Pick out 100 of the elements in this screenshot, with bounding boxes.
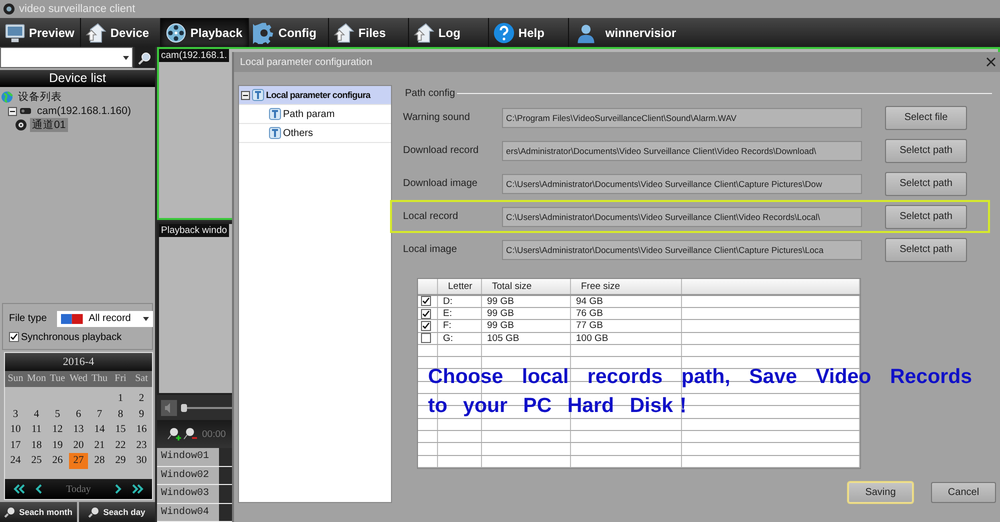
search-button[interactable]: Seach month bbox=[0, 502, 76, 522]
calendar-day[interactable]: 1 bbox=[110, 391, 131, 406]
select-button[interactable]: Seletct path bbox=[885, 238, 967, 262]
search-button[interactable]: Seach day bbox=[78, 502, 155, 522]
collapse-icon[interactable] bbox=[8, 106, 17, 116]
collapse-icon[interactable] bbox=[241, 90, 250, 100]
window-label: Window04 bbox=[157, 504, 219, 521]
calendar-day[interactable]: 26 bbox=[47, 453, 68, 468]
search-icon bbox=[88, 506, 100, 518]
calendar-day[interactable]: 17 bbox=[5, 438, 26, 453]
tree-item[interactable]: 设备列表 bbox=[16, 90, 64, 104]
calendar-day[interactable]: 10 bbox=[5, 422, 26, 438]
checkbox[interactable] bbox=[9, 332, 19, 342]
checkbox[interactable] bbox=[421, 333, 431, 344]
table-cell: E: bbox=[438, 308, 482, 320]
calendar-day[interactable]: 2 bbox=[131, 391, 152, 406]
select-button[interactable]: Seletct path bbox=[885, 204, 967, 228]
annotation-text: Choose local records path, Save Video Records to your PC Hard Disk！ bbox=[428, 364, 972, 419]
calendar-day[interactable]: 21 bbox=[89, 438, 110, 453]
calendar-day[interactable]: 9 bbox=[131, 406, 152, 422]
search-icon bbox=[138, 50, 152, 64]
calendar-day[interactable]: 7 bbox=[89, 406, 110, 422]
speaker-icon[interactable] bbox=[161, 400, 177, 416]
toolbar-tab[interactable]: Playback bbox=[161, 18, 250, 47]
tree-item[interactable]: 通道01 bbox=[30, 118, 68, 132]
calendar-day[interactable]: 13 bbox=[68, 422, 89, 438]
calendar-day[interactable]: 14 bbox=[89, 422, 110, 438]
table-cell: 94 GB bbox=[571, 296, 682, 307]
calendar-day[interactable]: 15 bbox=[110, 422, 131, 438]
color-swatch-icon bbox=[60, 314, 83, 324]
panel-title: Playback windo bbox=[159, 224, 230, 237]
column-header[interactable]: Free size bbox=[571, 279, 682, 294]
calendar-day[interactable]: 16 bbox=[131, 422, 152, 438]
table-cell: 99 GB bbox=[482, 308, 571, 320]
calendar-day[interactable]: 30 bbox=[131, 453, 152, 468]
table-cell: 99 GB bbox=[482, 320, 571, 332]
table-cell: D: bbox=[438, 296, 482, 307]
document-arrow-icon bbox=[413, 22, 436, 44]
calendar-day[interactable]: 24 bbox=[5, 453, 26, 468]
checkbox[interactable] bbox=[421, 308, 431, 319]
camera-icon bbox=[20, 105, 32, 117]
file-type-dropdown[interactable]: All record bbox=[56, 310, 153, 326]
field-label: File type bbox=[9, 313, 47, 324]
zoom-out-icon[interactable] bbox=[183, 427, 197, 441]
calendar-day[interactable]: 29 bbox=[110, 453, 131, 468]
column-header[interactable]: Letter bbox=[438, 279, 482, 294]
nav-item[interactable]: Path param bbox=[239, 105, 391, 124]
select-button[interactable]: Seletct path bbox=[885, 138, 967, 162]
calendar-day[interactable]: 19 bbox=[47, 438, 68, 453]
zoom-in-icon[interactable] bbox=[167, 427, 181, 441]
calendar-day[interactable]: 12 bbox=[47, 422, 68, 438]
calendar-day[interactable]: 20 bbox=[68, 438, 89, 453]
dialog-title: Local parameter configuration bbox=[240, 56, 372, 68]
dialog-button[interactable]: Cancel bbox=[931, 482, 996, 503]
calendar-day[interactable]: 23 bbox=[131, 438, 152, 453]
nav-item[interactable]: Others bbox=[239, 124, 391, 143]
calendar-day[interactable]: 8 bbox=[110, 406, 131, 422]
path-field[interactable]: C:\Users\Administrator\Documents\Video Surveillance Client\Video Records\Local\ bbox=[502, 206, 862, 226]
previous-year-icon[interactable] bbox=[13, 484, 25, 494]
weekday-label: Tue bbox=[48, 372, 66, 386]
table-cell: 100 GB bbox=[571, 332, 682, 344]
table-cell: 77 GB bbox=[571, 320, 682, 332]
dialog-button[interactable]: Saving bbox=[848, 482, 913, 503]
calendar-day[interactable]: 27 bbox=[69, 453, 88, 468]
calendar-day[interactable]: 11 bbox=[26, 422, 47, 438]
next-year-icon[interactable] bbox=[132, 484, 144, 494]
checkbox[interactable] bbox=[421, 320, 431, 331]
search-field[interactable] bbox=[0, 47, 133, 68]
close-button[interactable] bbox=[986, 57, 996, 67]
help-icon bbox=[493, 22, 516, 44]
calendar-day[interactable]: 25 bbox=[26, 453, 47, 468]
calendar-day[interactable]: 4 bbox=[26, 406, 47, 422]
calendar-day[interactable]: 18 bbox=[26, 438, 47, 453]
field-label: Local record bbox=[403, 211, 460, 222]
nav-item[interactable]: Local parameter configura bbox=[239, 86, 391, 105]
path-field[interactable]: ers\Administrator\Documents\Video Surveillance Client\Video Records\Download\ bbox=[502, 140, 862, 160]
column-header[interactable]: Total size bbox=[482, 279, 571, 294]
path-field[interactable]: C:\Users\Administrator\Documents\Video Surveillance Client\Capture Pictures\Loca bbox=[502, 240, 862, 260]
tree-item[interactable]: cam(192.168.1.160) bbox=[35, 105, 133, 117]
select-button[interactable]: Select file bbox=[885, 106, 967, 130]
caret-icon[interactable] bbox=[123, 56, 129, 60]
path-field[interactable]: C:\Program Files\VideoSurveillanceClient\Sound\Alarm.WAV bbox=[502, 108, 862, 128]
table-cell: G: bbox=[438, 332, 482, 344]
group-title: Path config bbox=[405, 88, 456, 98]
calendar-day[interactable]: 6 bbox=[68, 406, 89, 422]
calendar-day[interactable]: 5 bbox=[47, 406, 68, 422]
user-name: winnervisior bbox=[605, 26, 676, 40]
window-title: video surveillance client bbox=[19, 3, 136, 15]
slider-thumb[interactable] bbox=[181, 404, 187, 412]
path-field[interactable]: C:\Users\Administrator\Documents\Video Surveillance Client\Capture Pictures\Dow bbox=[502, 174, 862, 194]
today-link[interactable]: Today bbox=[53, 484, 104, 494]
weekday-label: Wed bbox=[68, 372, 89, 386]
app-icon bbox=[3, 3, 15, 15]
checkbox[interactable] bbox=[421, 296, 431, 306]
search-button[interactable] bbox=[135, 47, 155, 68]
calendar-day[interactable]: 22 bbox=[110, 438, 131, 453]
calendar-day[interactable]: 28 bbox=[89, 453, 110, 468]
select-button[interactable]: Seletct path bbox=[885, 172, 967, 196]
calendar-day[interactable]: 3 bbox=[5, 406, 26, 422]
weekday-label: Mon bbox=[26, 372, 47, 386]
